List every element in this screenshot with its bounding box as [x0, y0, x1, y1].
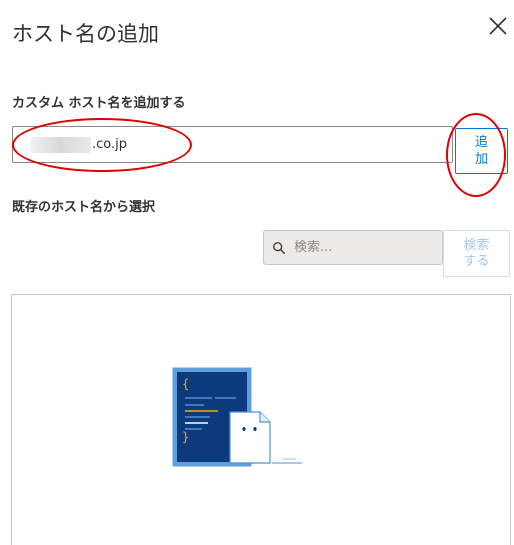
existing-hostname-label: 既存のホスト名から選択	[12, 200, 156, 215]
search-button[interactable]: 検索する	[443, 230, 510, 277]
search-icon	[273, 241, 286, 254]
svg-text:{: {	[182, 377, 189, 391]
add-button-label: 追加	[474, 135, 488, 167]
search-box[interactable]	[263, 230, 443, 265]
hostname-value: .co.jp	[92, 137, 128, 152]
custom-hostname-label: カスタム ホスト名を追加する	[12, 96, 186, 111]
page-title: ホスト名の追加	[12, 22, 159, 46]
redacted-text	[31, 136, 91, 153]
hostname-input[interactable]: .co.jp	[12, 126, 453, 163]
add-hostname-panel: ホスト名の追加 カスタム ホスト名を追加する .co.jp 追加 既存のホスト名…	[0, 0, 514, 545]
search-input[interactable]	[294, 240, 434, 255]
empty-document-illustration: { }	[172, 367, 302, 467]
svg-text:}: }	[182, 430, 189, 444]
close-icon-svg	[489, 17, 507, 35]
close-icon[interactable]	[486, 14, 510, 38]
add-button[interactable]: 追加	[455, 128, 508, 174]
search-button-label: 検索する	[463, 237, 490, 269]
hostname-list: { }	[11, 294, 511, 545]
